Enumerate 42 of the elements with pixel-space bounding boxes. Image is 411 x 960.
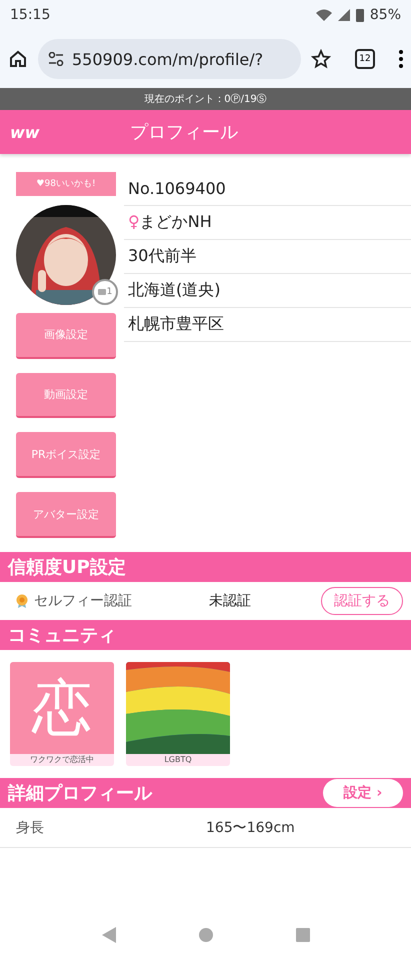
profile-field: 札幌市豊平区 [128, 314, 224, 335]
community-caption: LGBTQ [126, 754, 230, 766]
medal-icon [16, 594, 28, 608]
address-bar[interactable]: 550909.com/m/profile/? [38, 39, 301, 79]
signal-icon [338, 9, 350, 21]
community-glyph: 恋 [10, 662, 114, 754]
home-icon[interactable] [8, 49, 28, 69]
section-title: 信頼度UP設定 [8, 556, 126, 579]
section-title: コミュニティ [8, 624, 116, 647]
settings-button[interactable]: 動画設定 [16, 372, 116, 418]
settings-button[interactable]: 設定 › [323, 779, 403, 807]
community-caption: ワクワクで恋活中 [10, 754, 114, 766]
verification-status: 未認証 [209, 592, 252, 610]
page-title: プロフィール [130, 121, 238, 144]
community-card[interactable]: 恋 ワクワクで恋活中 [10, 662, 114, 766]
detail-label: 身長 [16, 818, 45, 836]
community-card[interactable]: LGBTQ [126, 662, 230, 766]
profile-field: 30代前半 [128, 246, 196, 267]
photo-count: 1 [106, 286, 112, 297]
battery-level: 85% [370, 7, 401, 23]
site-logo[interactable]: ww [10, 122, 130, 142]
menu-icon[interactable] [399, 50, 403, 68]
tab-count-button[interactable]: 12 [355, 49, 375, 69]
star-icon[interactable] [311, 49, 331, 69]
section-title: 詳細プロフィール [8, 782, 152, 805]
settings-button[interactable]: 画像設定 [16, 312, 116, 359]
likes-badge: ♥98いいかも! [16, 172, 116, 196]
camera-icon [98, 288, 106, 295]
detail-value: 165〜169cm [206, 818, 295, 836]
site-settings-icon[interactable] [48, 52, 64, 66]
settings-button[interactable]: アバター設定 [16, 492, 116, 538]
wifi-icon [316, 9, 332, 21]
url-text: 550909.com/m/profile/? [72, 50, 264, 68]
settings-button[interactable]: PRボイス設定 [16, 432, 116, 478]
verify-button[interactable]: 認証する [321, 587, 403, 615]
profile-field: 北海道(道央) [128, 280, 220, 301]
points-bar: 現在のポイント：0Ⓟ/19Ⓢ [0, 88, 411, 110]
profile-field: ♀まどかNH [128, 212, 212, 233]
verification-label: セルフィー認証 [34, 592, 133, 610]
profile-field: No.1069400 [128, 179, 226, 198]
battery-icon [356, 8, 364, 22]
status-time: 15:15 [10, 7, 50, 23]
